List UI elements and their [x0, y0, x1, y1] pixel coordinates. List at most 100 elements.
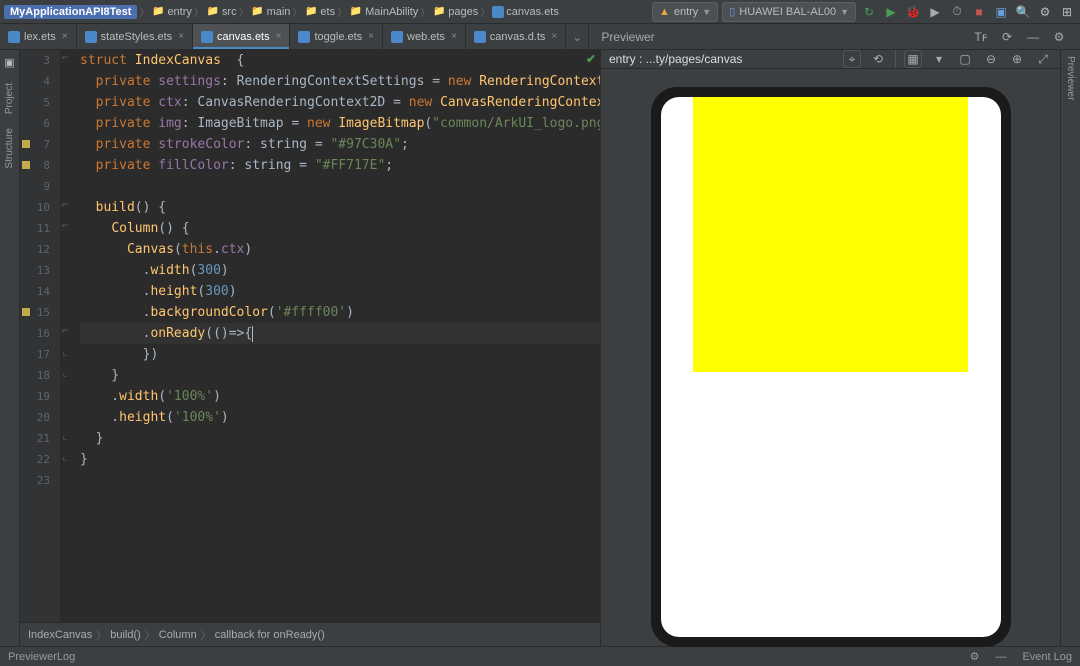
close-icon[interactable]: × — [178, 31, 184, 42]
code-line[interactable]: Canvas(this.ctx) — [80, 239, 600, 260]
breadcrumb-item[interactable]: 📁main — [251, 5, 291, 19]
code-line[interactable]: struct IndexCanvas { — [80, 50, 600, 71]
settings-icon[interactable]: ⚙ — [1036, 3, 1054, 21]
code-line[interactable]: } — [80, 365, 600, 386]
code-line[interactable]: .onReady(()=>{ — [80, 323, 600, 344]
fold-toggle[interactable]: ⌐ — [62, 326, 68, 337]
device-dropdown[interactable]: ▯HUAWEI BAL-AL00▼ — [722, 2, 856, 22]
tab-canvas-dts[interactable]: canvas.d.ts× — [466, 24, 566, 49]
sdk-manager-icon[interactable]: ▣ — [992, 3, 1010, 21]
code-line[interactable]: .height('100%') — [80, 407, 600, 428]
minimize-icon[interactable]: — — [995, 651, 1006, 663]
run-config-dropdown[interactable]: ▲entry▼ — [652, 2, 718, 22]
code-line[interactable]: } — [80, 449, 600, 470]
status-previewer-log[interactable]: PreviewerLog — [8, 651, 75, 663]
code-line[interactable]: Column() { — [80, 218, 600, 239]
gutter-marker[interactable] — [22, 140, 30, 148]
inspect-icon[interactable]: ⌖ — [843, 50, 861, 68]
profile-icon[interactable]: ⏱ — [948, 3, 966, 21]
breadcrumb-item[interactable]: 📁entry — [151, 5, 191, 19]
fullscreen-icon[interactable]: ▢ — [956, 50, 974, 68]
code-line[interactable]: } — [80, 428, 600, 449]
chevron-down-icon[interactable]: ▾ — [930, 50, 948, 68]
close-icon[interactable]: × — [451, 31, 457, 42]
fold-toggle[interactable]: ⌞ — [62, 347, 68, 358]
zoom-out-icon[interactable]: ⊖ — [982, 50, 1000, 68]
search-icon[interactable]: 🔍 — [1014, 3, 1032, 21]
code-line[interactable]: private strokeColor: string = "#97C30A"; — [80, 134, 600, 155]
tab-label: stateStyles.ets — [101, 31, 173, 43]
breadcrumb-item[interactable]: 📁pages — [432, 5, 478, 19]
code-line[interactable]: private settings: RenderingContextSettin… — [80, 71, 600, 92]
code-line[interactable]: .width('100%') — [80, 386, 600, 407]
debug-icon[interactable]: 🐞 — [904, 3, 922, 21]
fold-toggle[interactable]: ⌞ — [62, 368, 68, 379]
tab-statestyles[interactable]: stateStyles.ets × — [77, 24, 193, 49]
tab-lex[interactable]: lex.ets× — [0, 24, 77, 49]
folder-icon[interactable]: ▣ — [4, 56, 14, 69]
breadcrumb-project[interactable]: MyApplicationAPI8Test — [4, 5, 137, 19]
rotate-icon[interactable]: ⟲ — [869, 50, 887, 68]
code-text[interactable]: struct IndexCanvas { private settings: R… — [76, 50, 600, 622]
code-area[interactable]: 34567891011121314151617181920212223 ⌐⌐⌐⌐… — [20, 50, 600, 622]
editor-bc-item[interactable]: callback for onReady() — [215, 629, 325, 641]
fit-icon[interactable]: ⤢ — [1034, 50, 1052, 68]
multi-device-icon[interactable]: ▦ — [904, 50, 922, 68]
code-line[interactable] — [80, 176, 600, 197]
code-line[interactable]: private img: ImageBitmap = new ImageBitm… — [80, 113, 600, 134]
minimize-icon[interactable]: — — [1024, 28, 1042, 46]
fold-toggle[interactable]: ⌐ — [62, 53, 68, 64]
tab-toggle[interactable]: toggle.ets× — [290, 24, 383, 49]
breadcrumb-item[interactable]: 📁MainAbility — [349, 5, 418, 19]
font-icon[interactable]: Tꜰ — [972, 28, 990, 46]
previewer-header: entry : ...ty/pages/canvas ⌖ ⟲ ▦ ▾ ▢ ⊖ ⊕… — [601, 50, 1060, 69]
folder-icon: 📁 — [151, 5, 165, 19]
previewer-panel-tab[interactable]: Previewer Tꜰ ⟳ — ⚙ — [588, 24, 1080, 49]
code-line[interactable] — [80, 470, 600, 491]
editor-bc-item[interactable]: build() — [110, 629, 141, 641]
gradle-icon[interactable]: ⊞ — [1058, 3, 1076, 21]
fold-toggle[interactable]: ⌞ — [62, 431, 68, 442]
refresh-icon[interactable]: ⟳ — [998, 28, 1016, 46]
refresh-icon[interactable]: ↻ — [860, 3, 878, 21]
tabs-overflow[interactable]: ⌄ — [566, 24, 588, 49]
settings-icon[interactable]: ⚙ — [1050, 28, 1068, 46]
coverage-icon[interactable]: ▶ — [926, 3, 944, 21]
code-line[interactable]: .width(300) — [80, 260, 600, 281]
status-event-log[interactable]: Event Log — [1022, 651, 1072, 663]
top-actions: ▲entry▼ ▯HUAWEI BAL-AL00▼ ↻ ▶ 🐞 ▶ ⏱ ■ ▣ … — [652, 2, 1076, 22]
fold-toggle[interactable]: ⌐ — [62, 221, 68, 232]
settings-icon[interactable]: ⚙ — [970, 650, 980, 663]
zoom-in-icon[interactable]: ⊕ — [1008, 50, 1026, 68]
run-icon[interactable]: ▶ — [882, 3, 900, 21]
fold-toggle[interactable]: ⌐ — [62, 200, 68, 211]
close-icon[interactable]: × — [62, 31, 68, 42]
breadcrumb-item[interactable]: 📁src — [206, 5, 237, 19]
code-line[interactable]: .height(300) — [80, 281, 600, 302]
fold-toggle[interactable]: ⌞ — [62, 452, 68, 463]
sidebar-previewer[interactable]: Previewer — [1065, 56, 1076, 100]
code-line[interactable]: build() { — [80, 197, 600, 218]
device-screen[interactable] — [661, 97, 1001, 637]
close-icon[interactable]: × — [276, 31, 282, 42]
code-line[interactable]: private fillColor: string = "#FF717E"; — [80, 155, 600, 176]
code-editor[interactable]: ✔ 34567891011121314151617181920212223 ⌐⌐… — [20, 50, 600, 646]
stop-icon[interactable]: ■ — [970, 3, 988, 21]
gutter-marker[interactable] — [22, 161, 30, 169]
breadcrumb-file[interactable]: canvas.ets — [492, 6, 559, 18]
sidebar-project[interactable]: Project — [4, 83, 15, 114]
tab-canvas[interactable]: canvas.ets× — [193, 24, 290, 49]
close-icon[interactable]: × — [551, 31, 557, 42]
line-number: 10 — [20, 197, 50, 218]
breadcrumb-item[interactable]: 📁ets — [304, 5, 335, 19]
tab-web[interactable]: web.ets × — [383, 24, 466, 49]
code-line[interactable]: .backgroundColor('#ffff00') — [80, 302, 600, 323]
editor-bc-item[interactable]: IndexCanvas — [28, 629, 92, 641]
gutter-marker[interactable] — [22, 308, 30, 316]
editor-bc-item[interactable]: Column — [159, 629, 197, 641]
code-line[interactable]: private ctx: CanvasRenderingContext2D = … — [80, 92, 600, 113]
tab-label: web.ets — [407, 31, 445, 43]
code-line[interactable]: }) — [80, 344, 600, 365]
close-icon[interactable]: × — [368, 31, 374, 42]
sidebar-structure[interactable]: Structure — [4, 128, 15, 169]
